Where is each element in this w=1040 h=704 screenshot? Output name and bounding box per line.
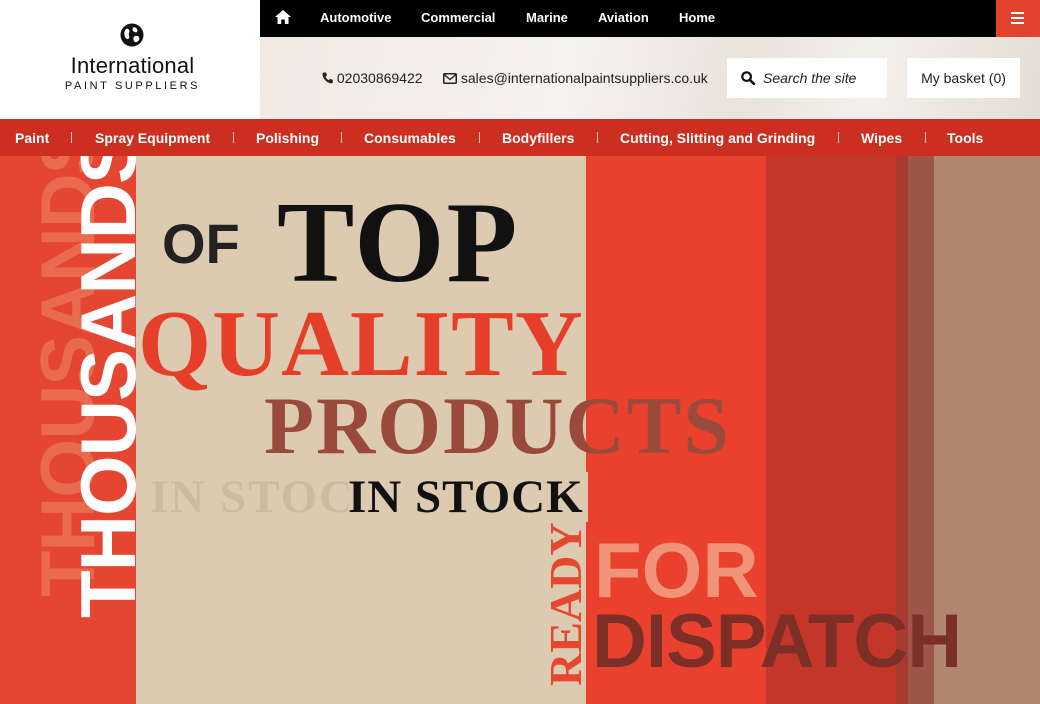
category-divider — [71, 132, 72, 143]
contact-email[interactable]: sales@internationalpaintsuppliers.co.uk — [443, 70, 708, 86]
hero-dispatch: DISPATCH — [592, 599, 962, 684]
category-cutting-slitting-grinding[interactable]: Cutting, Slitting and Grinding — [620, 130, 815, 146]
category-divider — [597, 132, 598, 143]
top-nav-home[interactable]: Home — [679, 10, 715, 25]
category-polishing[interactable]: Polishing — [256, 130, 319, 146]
top-nav-commercial[interactable]: Commercial — [421, 10, 495, 25]
search-box — [727, 58, 887, 98]
site-logo[interactable]: International PAINT SUPPLIERS — [0, 0, 260, 119]
category-bodyfillers[interactable]: Bodyfillers — [502, 130, 574, 146]
envelope-icon — [443, 73, 457, 84]
email-address: sales@internationalpaintsuppliers.co.uk — [460, 70, 708, 86]
top-nav-marine[interactable]: Marine — [526, 10, 568, 25]
hero-quality: QUALITY — [138, 292, 584, 396]
top-nav-automotive[interactable]: Automotive — [320, 10, 392, 25]
hero-for: FOR — [594, 526, 759, 614]
category-divider — [925, 132, 926, 143]
category-consumables[interactable]: Consumables — [364, 130, 456, 146]
search-input[interactable] — [763, 67, 881, 89]
top-nav-bar: Automotive Commercial Marine Aviation Ho… — [260, 0, 1040, 37]
category-nav: Paint Spray Equipment Polishing Consumab… — [0, 119, 1040, 156]
category-tools[interactable]: Tools — [947, 130, 983, 146]
phone-number: 02030869422 — [336, 70, 423, 86]
hero-top: TOP — [277, 179, 520, 307]
hero-products: PRODUCTS — [264, 380, 732, 471]
hero-in-stock: IN STOCK — [348, 472, 588, 522]
logo-subtitle: PAINT SUPPLIERS — [64, 80, 201, 92]
category-paint[interactable]: Paint — [15, 130, 49, 146]
logo-title: International — [70, 53, 195, 78]
basket-button[interactable]: My basket (0) — [907, 58, 1020, 98]
category-divider — [838, 132, 839, 143]
phone-icon — [322, 72, 333, 84]
hero-thousands: THOUSANDS — [64, 156, 152, 618]
hero-of: OF — [162, 212, 240, 275]
category-spray-equipment[interactable]: Spray Equipment — [95, 130, 210, 146]
home-icon[interactable] — [275, 10, 291, 24]
globe-icon — [120, 23, 144, 47]
contact-phone[interactable]: 02030869422 — [322, 70, 423, 86]
hero-banner[interactable]: THOUSANDS THOUSANDS OF TOP QUALITY PRODU… — [0, 156, 1040, 704]
category-wipes[interactable]: Wipes — [861, 130, 902, 146]
hamburger-menu-icon[interactable] — [996, 0, 1040, 37]
category-divider — [341, 132, 342, 143]
search-icon[interactable] — [741, 71, 755, 85]
category-divider — [233, 132, 234, 143]
category-divider — [479, 132, 480, 143]
top-nav-aviation[interactable]: Aviation — [598, 10, 649, 25]
hero-ready: READY — [540, 522, 591, 686]
